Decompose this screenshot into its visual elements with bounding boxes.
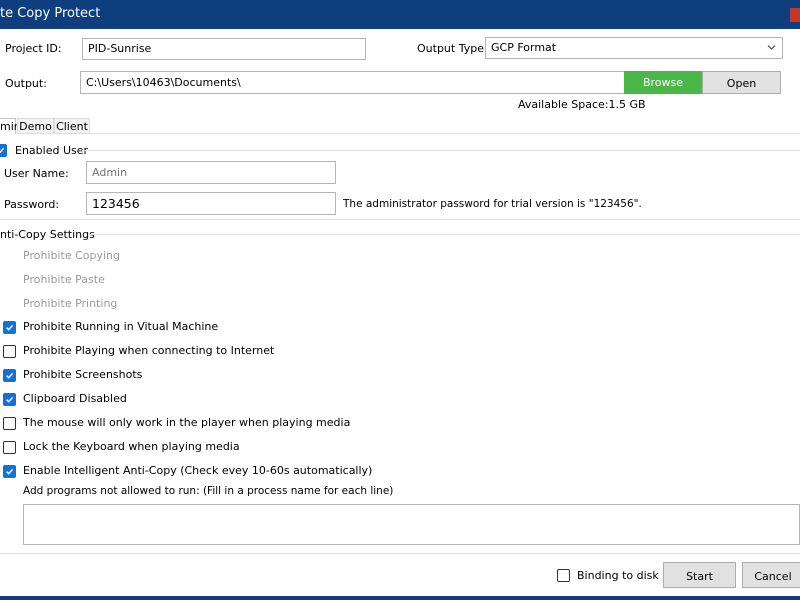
option-label-vm: Prohibite Running in Vitual Machine bbox=[23, 320, 219, 333]
binding-disk-label: Binding to disk bbox=[577, 569, 659, 582]
cancel-button[interactable]: Cancel bbox=[742, 562, 800, 588]
option-label-screenshots: Prohibite Screenshots bbox=[23, 368, 143, 381]
username-input[interactable] bbox=[86, 161, 336, 184]
open-button[interactable]: Open bbox=[702, 71, 781, 94]
chevron-down-icon bbox=[767, 45, 776, 50]
browse-button[interactable]: Browse bbox=[624, 71, 702, 94]
tab-client[interactable]: Client bbox=[54, 118, 90, 134]
enabled-user-label: Enabled User bbox=[15, 144, 89, 157]
check-icon bbox=[6, 372, 14, 379]
option-checkbox-internet[interactable] bbox=[3, 345, 16, 358]
project-id-input[interactable]: PID-Sunrise bbox=[82, 38, 366, 60]
username-label: User Name: bbox=[4, 167, 69, 180]
option-checkbox-mouse[interactable] bbox=[3, 417, 16, 430]
check-icon bbox=[6, 396, 14, 403]
option-checkbox-clipboard[interactable] bbox=[3, 393, 16, 406]
start-button[interactable]: Start bbox=[663, 562, 736, 588]
output-type-select[interactable]: GCP Format bbox=[485, 37, 783, 59]
password-input[interactable]: 123456 bbox=[86, 192, 336, 215]
option-checkbox-screenshots[interactable] bbox=[3, 369, 16, 382]
admin-divider bbox=[0, 219, 800, 220]
check-icon bbox=[6, 253, 14, 260]
output-type-label: Output Type: bbox=[417, 42, 488, 55]
programs-textarea[interactable] bbox=[23, 504, 800, 545]
output-type-value: GCP Format bbox=[491, 41, 557, 54]
title-bar: te Copy Protect bbox=[0, 0, 800, 29]
enabled-user-checkbox[interactable] bbox=[0, 144, 7, 157]
output-label: Output: bbox=[5, 77, 47, 90]
tab-demo[interactable]: Demo bbox=[17, 118, 54, 134]
project-id-label: Project ID: bbox=[5, 42, 62, 55]
check-icon bbox=[0, 147, 5, 154]
window-title: te Copy Protect bbox=[0, 6, 101, 21]
tab-admin[interactable]: min bbox=[0, 118, 21, 134]
option-label-paste: Prohibite Paste bbox=[23, 273, 105, 286]
password-label: Password: bbox=[4, 198, 60, 211]
check-icon bbox=[6, 301, 14, 308]
option-label-clipboard: Clipboard Disabled bbox=[23, 392, 127, 405]
tab-divider bbox=[90, 133, 800, 134]
option-checkbox-vm[interactable] bbox=[3, 321, 16, 334]
check-icon bbox=[6, 277, 14, 284]
option-checkbox-copying bbox=[3, 250, 16, 263]
close-icon[interactable] bbox=[790, 8, 800, 22]
option-checkbox-printing bbox=[3, 298, 16, 311]
check-icon bbox=[6, 324, 14, 331]
programs-label: Add programs not allowed to run: (Fill i… bbox=[23, 485, 394, 497]
option-checkbox-keyboard[interactable] bbox=[3, 441, 16, 454]
option-label-internet: Prohibite Playing when connecting to Int… bbox=[23, 344, 275, 357]
option-label-printing: Prohibite Printing bbox=[23, 297, 118, 310]
footer-divider bbox=[0, 553, 800, 554]
option-checkbox-intelligent[interactable] bbox=[3, 465, 16, 478]
available-space: Available Space:1.5 GB bbox=[518, 98, 646, 111]
anticopy-divider bbox=[88, 234, 800, 235]
password-note: The administrator password for trial ver… bbox=[343, 198, 642, 210]
check-icon bbox=[6, 468, 14, 475]
option-label-mouse: The mouse will only work in the player w… bbox=[23, 416, 351, 429]
binding-disk-checkbox[interactable] bbox=[557, 569, 570, 582]
window-bottom-border bbox=[0, 596, 800, 600]
option-label-copying: Prohibite Copying bbox=[23, 249, 121, 262]
output-path-input[interactable]: C:\Users\10463\Documents\ bbox=[80, 71, 625, 94]
option-label-intelligent: Enable Intelligent Anti-Copy (Check evey… bbox=[23, 464, 373, 477]
option-label-keyboard: Lock the Keyboard when playing media bbox=[23, 440, 240, 453]
enabled-user-divider bbox=[82, 150, 800, 151]
option-checkbox-paste bbox=[3, 274, 16, 287]
anticopy-section-label: nti-Copy Settings bbox=[0, 228, 95, 241]
